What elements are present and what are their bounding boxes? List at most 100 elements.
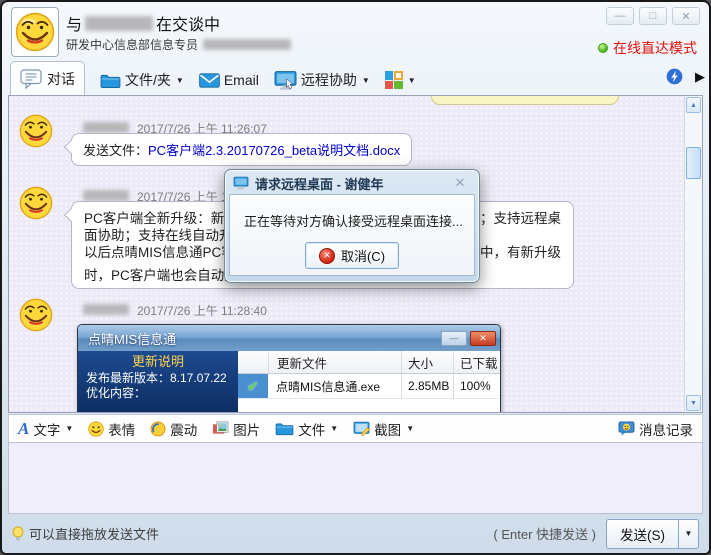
image-button[interactable]: 图片 [212,419,260,439]
peer-avatar[interactable] [11,7,59,57]
folder-icon [100,72,121,89]
check-icon: ✔ [247,378,259,395]
peer-role-subtitle: 研发中心信息部信息专员 [66,36,291,53]
email-label: Email [224,72,259,88]
redacted-sender-name [83,304,129,315]
mis-titlebar: 点晴MIS信息通 — ✕ [78,325,500,351]
embedded-image-mis-update-window[interactable]: 点晴MIS信息通 — ✕ 更新说明 发布最新版本：8.17.07.22 优化内容… [77,324,501,413]
mis-minimize-button: — [441,331,467,346]
window-controls: — □ ✕ [606,7,700,25]
cancel-x-icon: ✕ [319,248,335,264]
window-title: 与 在交谈中 [66,11,220,35]
font-label: 文字 [33,419,60,439]
app-grid-icon [385,71,403,89]
monitor-icon [233,176,249,190]
tab-chat-label: 对话 [47,69,75,89]
remote-assist-label: 远程协助 [301,70,357,90]
message-text: 面协助；支持在线自动升级 [84,227,246,244]
scrollbar-thumb[interactable] [686,147,701,179]
message-timestamp: 2017/7/26 上午 11:28:40 [137,302,267,319]
tab-chat[interactable]: 对话 [10,61,85,95]
chevron-down-icon: ▼ [408,76,416,85]
email-icon [199,73,220,88]
font-icon: A [18,422,29,436]
maximize-button[interactable]: □ [639,7,667,25]
drag-drop-tip: 可以直接拖放发送文件 [12,524,159,543]
remote-assist-button[interactable]: 远程协助 ▼ [274,65,370,95]
screenshot-button[interactable]: 截图 ▼ [353,419,414,439]
mis-download-table: 更新文件 大小 已下载 ✔ 点晴MIS信息通.exe 2.85MB 100% [238,351,500,413]
emoji-icon [88,421,104,437]
expand-panel-button[interactable]: ▶ [695,69,705,85]
mis-row-size: 2.85MB [401,374,453,398]
message-text: 中，有新升级 [480,244,561,261]
chevron-down-icon: ▼ [406,424,414,433]
dialog-titlebar: 请求远程桌面 - 谢健年 ✕ [229,172,475,194]
sent-file-link[interactable]: PC客户端2.3.20170726_beta说明文档.docx [148,143,400,158]
emoji-button[interactable]: 表情 [88,419,135,439]
mis-header-downloaded: 已下载 [453,351,500,373]
mis-notes-header: 更新说明 [86,354,230,369]
dialog-close-icon[interactable]: ✕ [447,175,473,191]
message-avatar-icon[interactable] [19,186,53,220]
file-label: 文件 [298,419,325,439]
enter-shortcut-hint: ( Enter 快捷发送 ) [493,524,596,543]
chat-scrollbar[interactable]: ▲ ▼ [684,96,702,412]
scrollbar-down-button[interactable]: ▼ [686,395,701,411]
folder-icon [275,421,294,436]
chevron-down-icon: ▼ [65,424,73,433]
chat-window: 与 在交谈中 研发中心信息部信息专员 — □ ✕ 在线直达模式 对话 [0,0,711,555]
cancel-button[interactable]: ✕ 取消(C) [305,242,399,269]
redacted-sender-name [83,122,129,133]
chevron-down-icon: ▼ [176,76,184,85]
email-button[interactable]: Email [199,65,259,95]
mis-version-line: 发布最新版本：8.17.07.22 [86,371,230,386]
close-button[interactable]: ✕ [672,7,700,25]
files-menu-button[interactable]: 文件/夹 ▼ [100,65,184,95]
dialog-title: 请求远程桌面 - 谢健年 [255,174,441,193]
lightbulb-icon [12,526,24,542]
mis-update-notes-panel: 更新说明 发布最新版本：8.17.07.22 优化内容： [78,351,238,413]
message-avatar-icon[interactable] [19,114,53,148]
status-label: 在线直达模式 [613,38,697,58]
screenshot-icon [353,421,370,436]
message-avatar-icon[interactable] [19,298,53,332]
subtitle-label: 研发中心信息部信息专员 [66,36,198,53]
scrollbar-up-button[interactable]: ▲ [686,97,701,113]
connection-status: 在线直达模式 [598,38,697,58]
mis-window-title: 点晴MIS信息通 [88,329,441,348]
mis-table-header: 更新文件 大小 已下载 [238,351,500,374]
file-button[interactable]: 文件 ▼ [275,419,338,439]
redacted-subtitle-info [203,39,291,50]
dialog-body: 正在等待对方确认接受远程桌面连接... ✕ 取消(C) [229,194,475,276]
app-grid-button[interactable]: ▼ [385,65,416,95]
quick-action-icon[interactable] [666,68,683,85]
message-history-label: 消息记录 [639,419,693,439]
redacted-sender-name [83,190,129,201]
mis-header-size: 大小 [401,351,453,373]
toolbar-right: ▶ [666,68,705,85]
message-history-icon [618,421,635,436]
nudge-button[interactable]: 震动 [150,419,197,439]
message-history-button[interactable]: 消息记录 [618,419,693,439]
message-input[interactable] [8,442,703,514]
mis-close-button: ✕ [470,331,496,346]
image-icon [212,421,229,436]
mis-row-check-cell: ✔ [238,374,268,398]
title-suffix: 在交谈中 [156,11,220,35]
cancel-label: 取消(C) [341,246,385,265]
main-toolbar: 对话 文件/夹 ▼ Email 远程协助 [8,60,703,95]
chevron-down-icon: ▼ [330,424,338,433]
files-menu-label: 文件/夹 [125,70,171,90]
image-label: 图片 [233,419,260,439]
send-options-dropdown[interactable]: ▼ [679,519,699,549]
mis-row-downloaded: 100% [453,374,500,398]
minimize-button[interactable]: — [606,7,634,25]
smiley-avatar-icon [15,12,55,52]
font-button[interactable]: A 文字 ▼ [18,419,73,439]
composer-toolbar: A 文字 ▼ 表情 震动 [8,414,703,442]
emoji-label: 表情 [108,419,135,439]
send-button[interactable]: 发送(S) [606,519,679,549]
footer-bar: 可以直接拖放发送文件 ( Enter 快捷发送 ) 发送(S) ▼ [8,517,703,550]
send-button-group: 发送(S) ▼ [606,519,699,549]
